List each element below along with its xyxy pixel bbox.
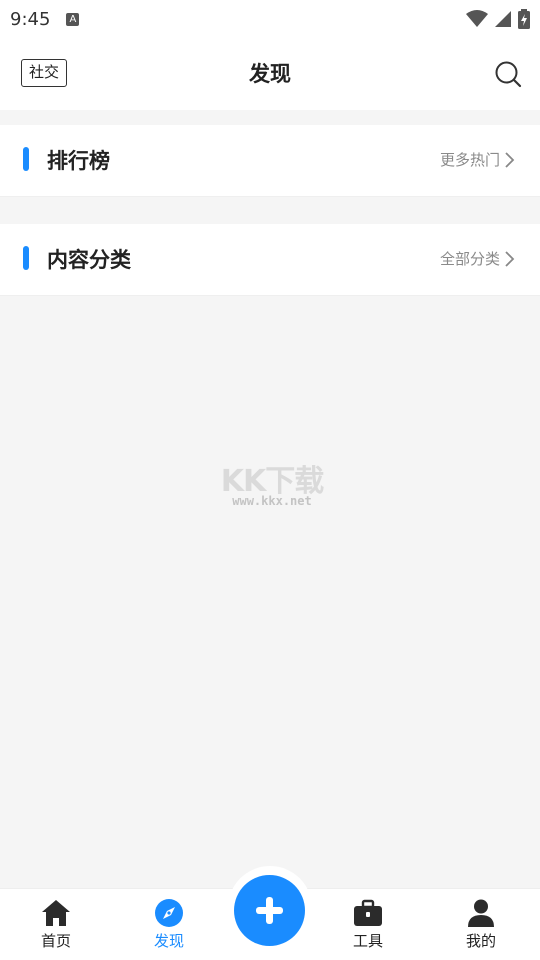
all-categories-label: 全部分类 [439,250,500,268]
home-icon [42,900,70,926]
status-time: 9:45 [10,8,51,30]
section-categories: 内容分类 全部分类 [0,224,540,296]
search-icon[interactable] [494,60,522,88]
signal-icon [495,11,511,27]
compass-icon [155,899,183,927]
section-accent-bar [23,246,29,270]
status-bar: 9:45 A [0,0,540,38]
top-bar: 社交 发现 [0,38,540,110]
watermark: KK下载 www.kkx.net [212,452,332,512]
toolbox-icon [354,899,382,926]
nav-item-mine[interactable]: 我的 [441,897,521,951]
wifi-icon [466,10,488,27]
section-title-rankings: 排行榜 [47,149,110,173]
plus-icon [256,897,283,924]
notification-a-icon: A [66,12,80,26]
person-icon [468,899,494,927]
chevron-right-icon [505,151,515,168]
add-button[interactable] [234,875,305,946]
nav-label-home: 首页 [40,932,71,950]
nav-label-tools: 工具 [352,932,383,950]
nav-item-home[interactable]: 首页 [16,897,96,951]
nav-label-discover: 发现 [153,932,184,950]
more-hot-link[interactable]: 更多热门 [440,149,516,170]
all-categories-link[interactable]: 全部分类 [440,248,516,269]
nav-item-tools[interactable]: 工具 [328,897,408,951]
page-title: 发现 [249,62,291,86]
nav-item-discover[interactable]: 发现 [129,897,209,951]
chevron-right-icon [505,250,515,267]
section-accent-bar [23,147,29,171]
nav-label-mine: 我的 [465,932,496,950]
section-rankings: 排行榜 更多热门 [0,125,540,197]
battery-icon [518,9,530,29]
more-hot-label: 更多热门 [439,151,500,169]
watermark-url: www.kkx.net [232,494,312,508]
section-title-categories: 内容分类 [47,248,131,272]
